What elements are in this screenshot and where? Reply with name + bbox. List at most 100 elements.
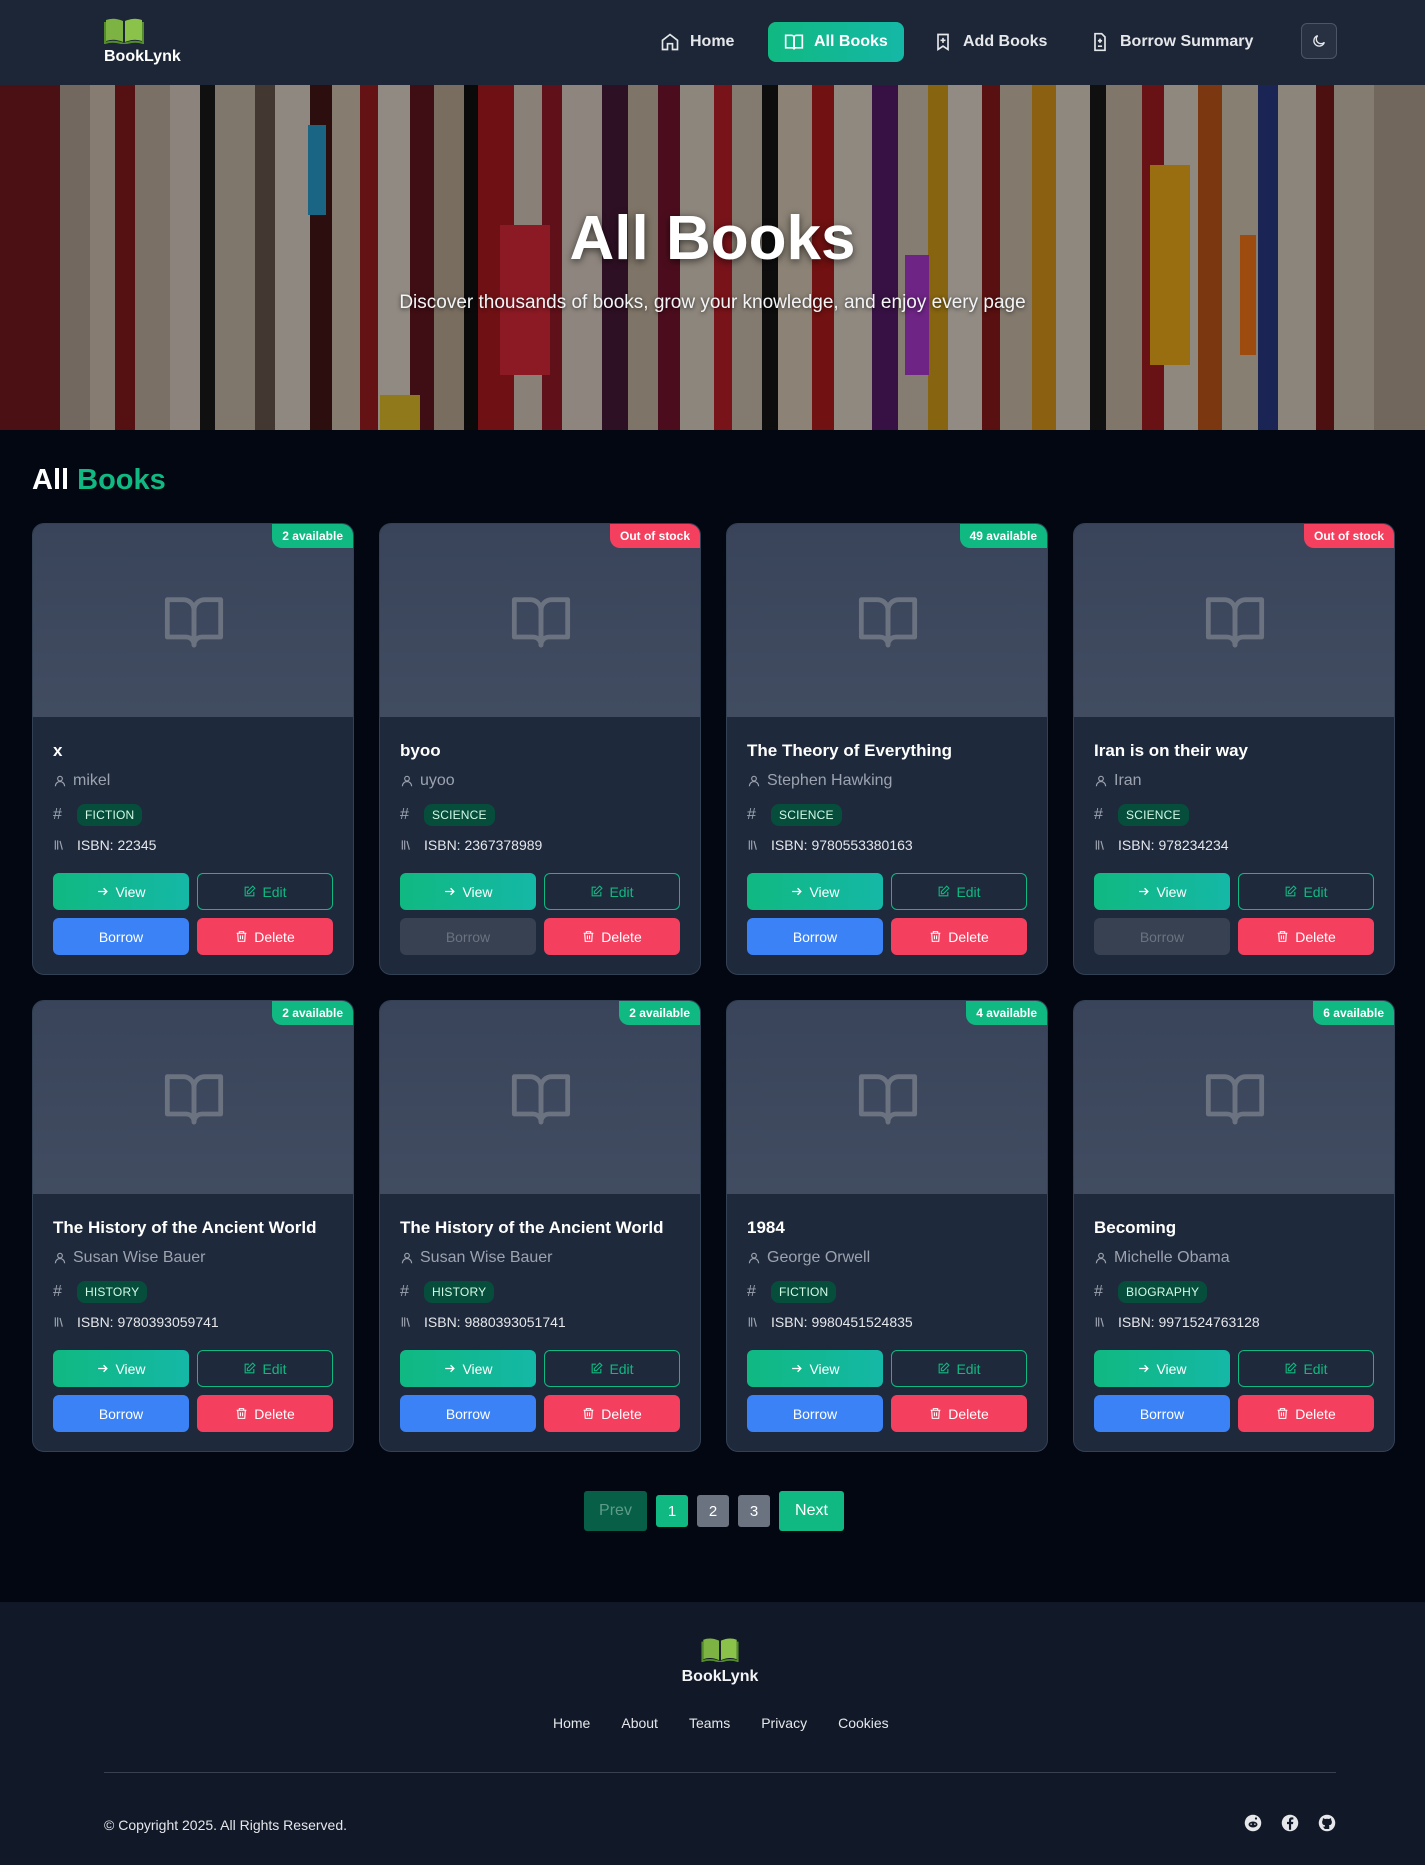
borrow-button[interactable]: Borrow: [747, 1395, 883, 1432]
theme-toggle-button[interactable]: [1301, 23, 1337, 59]
footer-links: Home About Teams Privacy Cookies: [553, 1715, 889, 1731]
author-row: mikel: [53, 772, 110, 790]
hash-icon: #: [53, 1283, 62, 1300]
edit-button-label: Edit: [609, 883, 634, 900]
edit-button[interactable]: Edit: [544, 1350, 680, 1387]
isbn-row: ISBN: 22345: [53, 837, 156, 853]
borrow-button[interactable]: Borrow: [53, 918, 189, 955]
book-author: Stephen Hawking: [767, 772, 893, 789]
edit-button[interactable]: Edit: [891, 1350, 1027, 1387]
view-button[interactable]: View: [747, 1350, 883, 1387]
book-cover[interactable]: [727, 1001, 1047, 1194]
delete-button-label: Delete: [1295, 1405, 1336, 1422]
book-cover[interactable]: [727, 524, 1047, 717]
genre-row: # HISTORY: [53, 1281, 148, 1303]
view-button[interactable]: View: [400, 1350, 536, 1387]
borrow-button-label: Borrow: [1139, 1405, 1185, 1422]
nav-home[interactable]: Home: [644, 22, 750, 62]
facebook-icon[interactable]: [1281, 1814, 1299, 1832]
edit-button[interactable]: Edit: [1238, 1350, 1374, 1387]
footer-brand: BookLynk: [681, 1668, 759, 1685]
view-button[interactable]: View: [53, 1350, 189, 1387]
user-icon: [748, 775, 760, 787]
book-isbn: ISBN: 22345: [77, 837, 157, 853]
github-icon[interactable]: [1318, 1814, 1336, 1832]
edit-button-label: Edit: [1303, 1360, 1328, 1377]
stock-badge: 2 available: [272, 524, 353, 548]
footer-link-cookies[interactable]: Cookies: [838, 1715, 889, 1731]
reddit-icon[interactable]: [1244, 1814, 1262, 1832]
book-cover[interactable]: [1074, 524, 1394, 717]
delete-button[interactable]: Delete: [1238, 1395, 1374, 1432]
borrow-button[interactable]: Borrow: [1094, 918, 1230, 955]
view-button[interactable]: View: [1094, 1350, 1230, 1387]
nav-borrow-summary[interactable]: Borrow Summary: [1074, 22, 1269, 62]
book-cover[interactable]: [380, 524, 700, 717]
edit-button[interactable]: Edit: [891, 873, 1027, 910]
book-cover[interactable]: [1074, 1001, 1394, 1194]
view-button[interactable]: View: [53, 873, 189, 910]
book-cover[interactable]: [380, 1001, 700, 1194]
footer-link-about[interactable]: About: [621, 1715, 658, 1731]
user-icon: [54, 1252, 66, 1264]
borrow-button[interactable]: Borrow: [400, 918, 536, 955]
edit-button[interactable]: Edit: [197, 873, 333, 910]
delete-button[interactable]: Delete: [544, 918, 680, 955]
nav-all-books[interactable]: All Books: [768, 22, 904, 62]
author-row: Susan Wise Bauer: [53, 1249, 206, 1267]
borrow-button-label: Borrow: [792, 1405, 838, 1422]
borrow-button[interactable]: Borrow: [1094, 1395, 1230, 1432]
brand-logo[interactable]: BookLynk: [104, 16, 184, 65]
borrow-button[interactable]: Borrow: [400, 1395, 536, 1432]
file-plus-minus-icon: [1094, 32, 1106, 52]
view-button-label: View: [809, 1360, 840, 1377]
trash-icon: [583, 931, 594, 942]
hero-subtitle: Discover thousands of books, grow your k…: [399, 292, 1026, 313]
borrow-button[interactable]: Borrow: [53, 1395, 189, 1432]
home-icon: [661, 33, 679, 51]
book-title: The History of the Ancient World: [400, 1218, 664, 1237]
isbn-row: ISBN: 978234234: [1094, 837, 1229, 853]
nav-add-books[interactable]: Add Books: [917, 22, 1063, 62]
delete-button[interactable]: Delete: [891, 918, 1027, 955]
footer-link-home[interactable]: Home: [553, 1715, 590, 1731]
delete-button[interactable]: Delete: [891, 1395, 1027, 1432]
book-title: The History of the Ancient World: [53, 1218, 317, 1237]
page-2-button[interactable]: 2: [697, 1495, 729, 1527]
book-cover[interactable]: [33, 524, 353, 717]
view-button[interactable]: View: [1094, 873, 1230, 910]
delete-button[interactable]: Delete: [1238, 918, 1374, 955]
view-button-label: View: [809, 883, 840, 900]
stock-badge: 2 available: [619, 1001, 700, 1025]
borrow-button[interactable]: Borrow: [747, 918, 883, 955]
library-icon: [748, 1317, 757, 1327]
next-page-button[interactable]: Next: [779, 1491, 844, 1531]
hash-icon: #: [1094, 806, 1103, 823]
bookmark-plus-icon: [937, 33, 949, 52]
footer-link-privacy[interactable]: Privacy: [761, 1715, 807, 1731]
view-button[interactable]: View: [400, 873, 536, 910]
genre-badge: SCIENCE: [424, 804, 495, 826]
pagination: Prev 1 2 3 Next: [584, 1491, 844, 1531]
page-3-button[interactable]: 3: [738, 1495, 770, 1527]
edit-button[interactable]: Edit: [544, 873, 680, 910]
delete-button[interactable]: Delete: [197, 918, 333, 955]
page-1-button[interactable]: 1: [656, 1495, 688, 1527]
section-title-part2: Books: [77, 464, 166, 496]
edit-button[interactable]: Edit: [197, 1350, 333, 1387]
delete-button[interactable]: Delete: [544, 1395, 680, 1432]
section-title-part1: All: [32, 464, 70, 496]
delete-button[interactable]: Delete: [197, 1395, 333, 1432]
footer-link-teams[interactable]: Teams: [689, 1715, 730, 1731]
view-button[interactable]: View: [747, 873, 883, 910]
book-placeholder-icon: [164, 1073, 224, 1124]
library-icon: [54, 840, 63, 850]
edit-button[interactable]: Edit: [1238, 873, 1374, 910]
genre-row: # FICTION: [53, 804, 143, 826]
trash-icon: [236, 931, 247, 942]
arrow-right-icon: [445, 887, 456, 896]
book-cover[interactable]: [33, 1001, 353, 1194]
trash-icon: [930, 1408, 941, 1419]
borrow-button-label: Borrow: [1139, 928, 1185, 945]
prev-page-button[interactable]: Prev: [584, 1491, 647, 1531]
